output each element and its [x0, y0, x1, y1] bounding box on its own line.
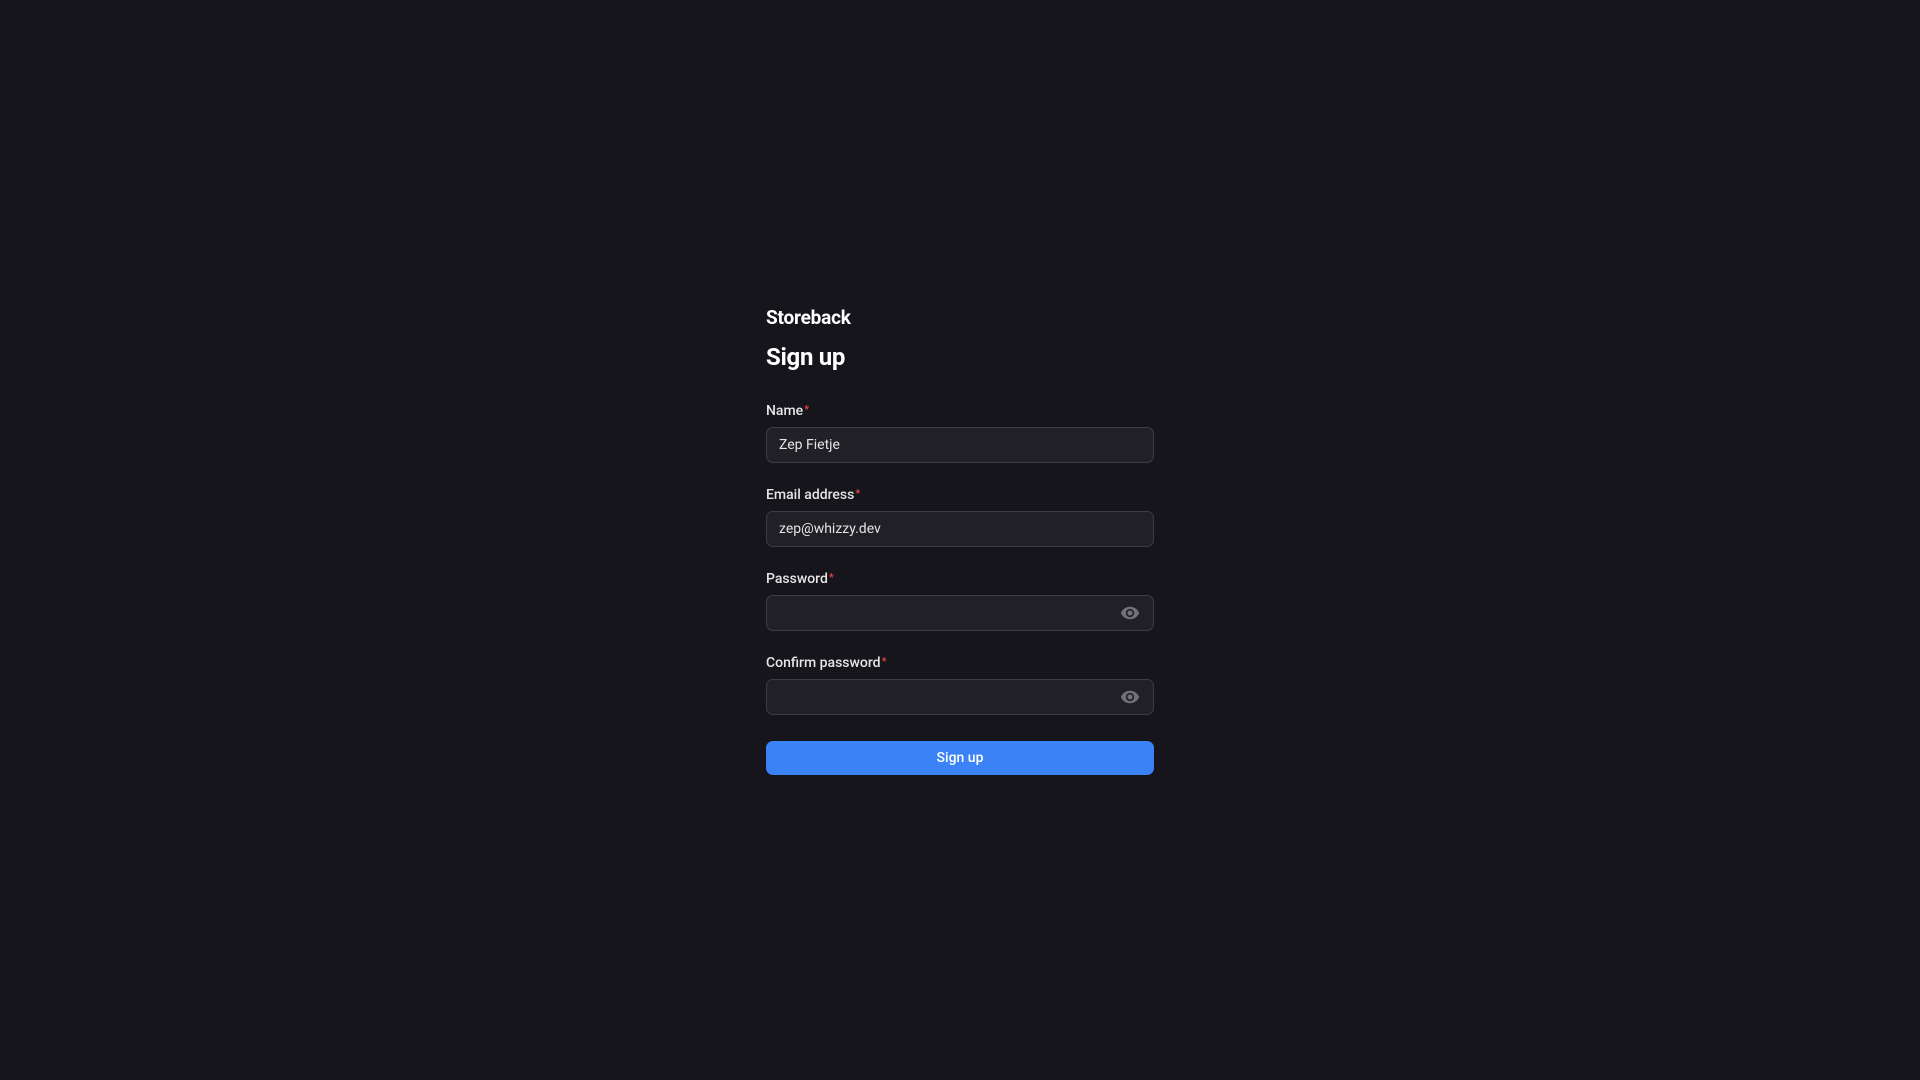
password-label: Password* — [766, 571, 1154, 587]
email-label-text: Email address — [766, 487, 854, 503]
email-field-group: Email address* — [766, 487, 1154, 547]
required-asterisk: * — [804, 403, 809, 416]
name-input[interactable] — [766, 427, 1154, 463]
name-input-wrapper — [766, 427, 1154, 463]
name-label: Name* — [766, 403, 1154, 419]
confirm-password-field-group: Confirm password* — [766, 655, 1154, 715]
signup-form: Storeback Sign up Name* Email address* P… — [766, 306, 1154, 775]
confirm-password-label: Confirm password* — [766, 655, 1154, 671]
eye-icon — [1120, 603, 1140, 623]
name-field-group: Name* — [766, 403, 1154, 463]
password-input[interactable] — [766, 595, 1154, 631]
required-asterisk: * — [882, 655, 887, 668]
required-asterisk: * — [829, 571, 834, 584]
page-title: Sign up — [766, 343, 1154, 371]
password-field-group: Password* — [766, 571, 1154, 631]
toggle-password-visibility-button[interactable] — [1116, 599, 1144, 627]
password-input-wrapper — [766, 595, 1154, 631]
password-label-text: Password — [766, 571, 828, 587]
confirm-password-input-wrapper — [766, 679, 1154, 715]
brand-name: Storeback — [766, 306, 1154, 329]
confirm-password-input[interactable] — [766, 679, 1154, 715]
signup-button[interactable]: Sign up — [766, 741, 1154, 775]
required-asterisk: * — [855, 487, 860, 500]
eye-icon — [1120, 687, 1140, 707]
name-label-text: Name — [766, 403, 803, 419]
email-input-wrapper — [766, 511, 1154, 547]
email-label: Email address* — [766, 487, 1154, 503]
email-input[interactable] — [766, 511, 1154, 547]
confirm-password-label-text: Confirm password — [766, 655, 881, 671]
toggle-confirm-password-visibility-button[interactable] — [1116, 683, 1144, 711]
